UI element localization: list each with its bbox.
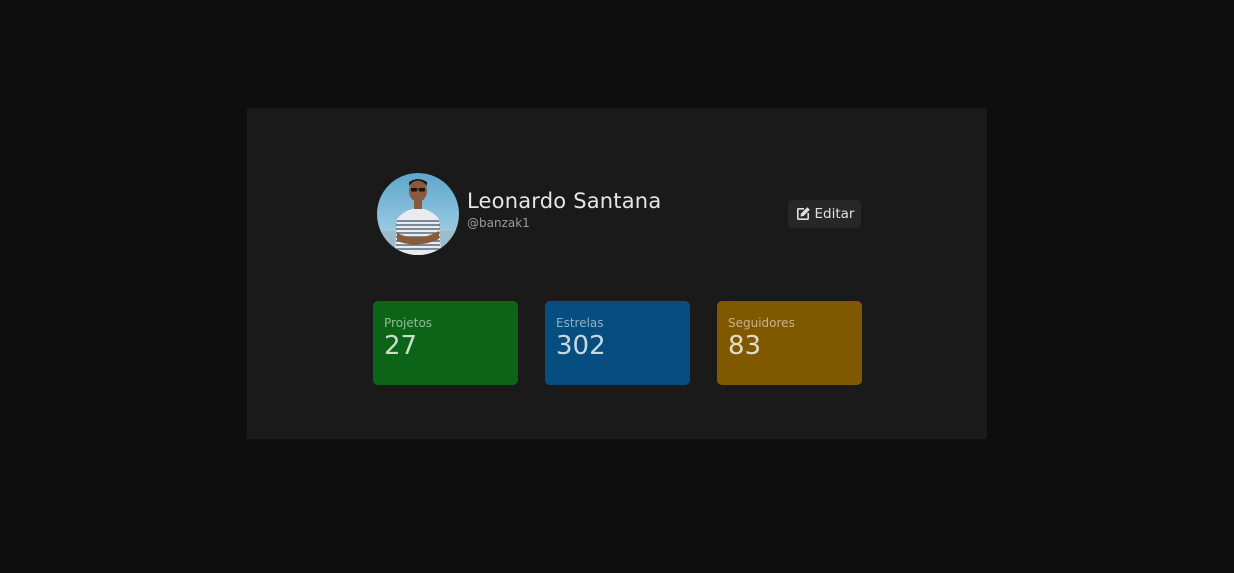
edit-button-label: Editar xyxy=(814,206,855,222)
profile-username: @banzak1 xyxy=(467,215,530,230)
stat-label: Projetos xyxy=(384,316,433,330)
stat-value: 302 xyxy=(556,331,606,361)
profile-header: Leonardo Santana @banzak1 xyxy=(377,173,661,255)
stat-card-followers[interactable]: Seguidores 83 xyxy=(717,301,862,385)
stat-card-stars[interactable]: Estrelas 302 xyxy=(545,301,690,385)
stat-value: 27 xyxy=(384,331,418,361)
edit-button[interactable]: Editar xyxy=(788,200,861,228)
stat-card-projects[interactable]: Projetos 27 xyxy=(373,301,518,385)
user-photo xyxy=(377,173,459,255)
stat-value: 83 xyxy=(728,331,762,361)
profile-names: Leonardo Santana @banzak1 xyxy=(467,188,661,231)
stats-row: Projetos 27 Estrelas 302 Seguidores 83 xyxy=(373,301,862,385)
stat-label: Estrelas xyxy=(556,316,604,330)
page-background: Leonardo Santana @banzak1 Editar Projeto… xyxy=(0,0,1234,573)
profile-name: Leonardo Santana xyxy=(467,188,662,213)
avatar xyxy=(377,173,459,255)
edit-icon xyxy=(796,207,810,220)
profile-card: Leonardo Santana @banzak1 Editar Projeto… xyxy=(247,108,987,439)
stat-label: Seguidores xyxy=(728,316,795,330)
